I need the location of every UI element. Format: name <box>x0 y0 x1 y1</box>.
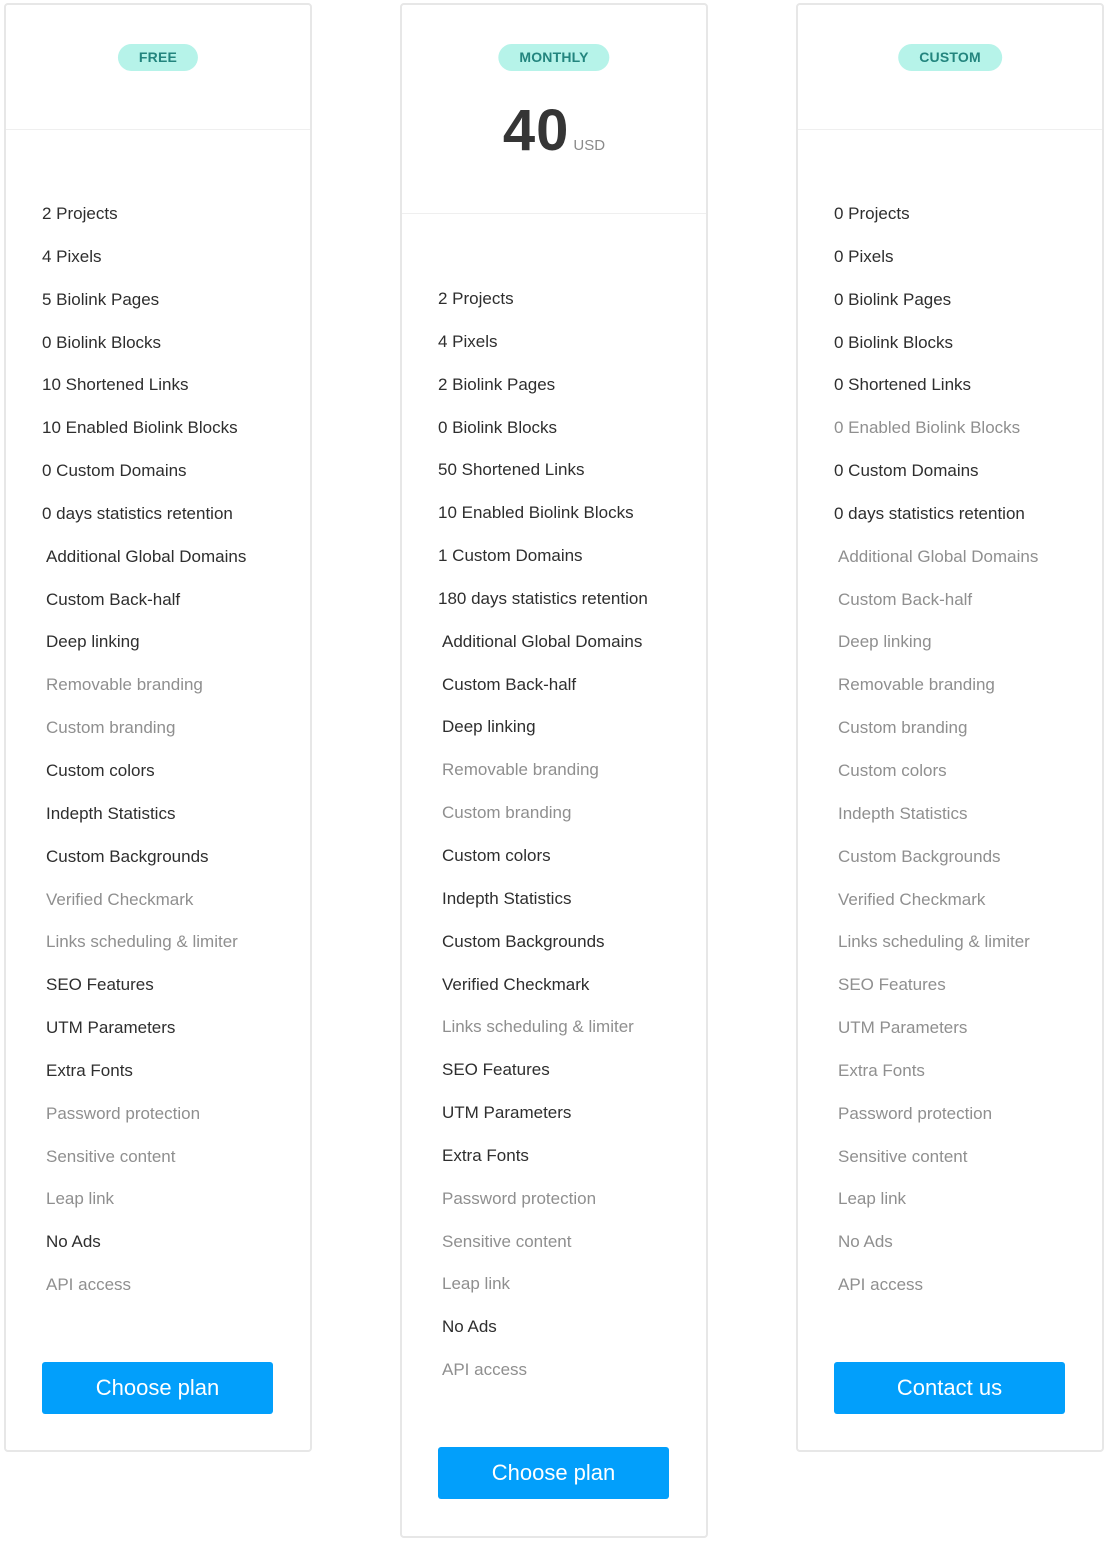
feature-item: Deep linking <box>442 717 536 737</box>
feature-item: Leap link <box>46 1189 115 1209</box>
feature-item: 0 Biolink Blocks <box>438 417 558 437</box>
feature-list: 0 Projects 0 Pixels 0 Biolink Pages 0 Bioli… <box>834 199 1092 1313</box>
feature-item: SEO Features <box>46 975 154 995</box>
feature-item: Additional Global Domains <box>442 631 643 651</box>
pricing-plans: FREE 2 Projects 4 Pixels 5 Biolink Pages 0 … <box>0 0 1108 1542</box>
feature-item: 0 Biolink Blocks <box>834 332 954 352</box>
feature-item: Indepth Statistics <box>838 803 968 823</box>
feature-item: Custom colors <box>46 760 155 780</box>
feature-item: Links scheduling & limiter <box>46 932 238 952</box>
feature-item: Custom Backgrounds <box>46 846 209 866</box>
feature-item: Custom branding <box>46 718 176 738</box>
feature-item: Extra Fonts <box>442 1145 529 1165</box>
feature-item: Extra Fonts <box>838 1060 925 1080</box>
feature-item: 10 Enabled Biolink Blocks <box>438 503 634 523</box>
feature-item: 2 Projects <box>42 204 118 223</box>
feature-item: 0 Biolink Pages <box>834 289 952 309</box>
feature-item: 0 Custom Domains <box>834 461 979 481</box>
feature-item: API access <box>838 1275 924 1295</box>
price-amount: 40 <box>502 98 570 163</box>
plan-header: CUSTOM <box>798 5 1102 130</box>
feature-item: Additional Global Domains <box>46 546 247 566</box>
plan-badge: CUSTOM <box>898 44 1002 71</box>
feature-item: Indepth Statistics <box>46 803 176 823</box>
feature-item: 1 Custom Domains <box>438 546 583 566</box>
feature-item: Leap link <box>442 1274 511 1294</box>
choose-plan-button[interactable]: Choose plan <box>438 1447 669 1499</box>
feature-item: Links scheduling & limiter <box>838 932 1030 952</box>
feature-item: 50 Shortened Links <box>438 460 585 480</box>
choose-plan-button[interactable]: Choose plan <box>42 1362 273 1414</box>
feature-list: 2 Projects 4 Pixels 2 Biolink Pages 0 Bioli… <box>438 284 696 1398</box>
feature-item: No Ads <box>838 1232 893 1252</box>
feature-item: 10 Shortened Links <box>42 375 189 395</box>
feature-item: Verified Checkmark <box>838 889 986 909</box>
feature-item: Removable branding <box>442 760 599 780</box>
feature-item: Password protection <box>838 1103 993 1123</box>
feature-item: Leap link <box>838 1189 907 1209</box>
feature-item: No Ads <box>442 1317 497 1337</box>
plan-badge: FREE <box>117 44 199 71</box>
contact-us-button[interactable]: Contact us <box>834 1362 1065 1414</box>
feature-item: UTM Parameters <box>46 1018 176 1038</box>
plan-card-custom: CUSTOM 0 Projects 0 Pixels 0 Biolink Pages… <box>796 3 1104 1452</box>
feature-item: 0 Pixels <box>834 246 894 266</box>
feature-item: 180 days statistics retention <box>438 588 648 608</box>
feature-item: 4 Pixels <box>438 331 498 351</box>
plan-price: 40 USD <box>402 100 706 162</box>
feature-item: SEO Features <box>838 975 946 995</box>
feature-item: Extra Fonts <box>46 1060 133 1080</box>
feature-item: Custom colors <box>838 760 947 780</box>
feature-item: 10 Enabled Biolink Blocks <box>42 418 238 438</box>
feature-item: Indepth Statistics <box>442 888 572 908</box>
feature-item: 2 Projects <box>438 289 514 308</box>
feature-item: UTM Parameters <box>838 1018 968 1038</box>
feature-item: 0 Shortened Links <box>834 375 972 395</box>
feature-item: Custom branding <box>838 718 968 738</box>
feature-item: 0 Enabled Biolink Blocks <box>834 418 1021 438</box>
feature-item: Custom branding <box>442 803 572 823</box>
plan-card-monthly: MONTHLY 40 USD 2 Projects 4 Pixels 2 Biolin… <box>400 3 708 1538</box>
feature-item: Custom Back-half <box>442 674 577 694</box>
feature-item: 0 Projects <box>834 204 910 223</box>
feature-item: 0 days statistics retention <box>834 503 1025 523</box>
feature-item: Custom Back-half <box>46 589 181 609</box>
feature-item: Custom colors <box>442 845 551 865</box>
plan-header: FREE <box>6 5 310 130</box>
feature-item: Verified Checkmark <box>46 889 194 909</box>
feature-item: Verified Checkmark <box>442 974 590 994</box>
feature-item: Links scheduling & limiter <box>442 1017 634 1037</box>
feature-item: 0 Biolink Blocks <box>42 332 162 352</box>
feature-item: No Ads <box>46 1232 101 1252</box>
feature-item: Additional Global Domains <box>838 546 1039 566</box>
feature-item: Deep linking <box>838 632 932 652</box>
plan-header: MONTHLY 40 USD <box>402 5 706 214</box>
feature-item: 0 days statistics retention <box>42 503 233 523</box>
feature-item: Custom Back-half <box>838 589 973 609</box>
feature-item: 0 Custom Domains <box>42 461 187 481</box>
feature-item: Removable branding <box>46 675 203 695</box>
feature-item: 5 Biolink Pages <box>42 289 160 309</box>
feature-item: Sensitive content <box>46 1146 176 1166</box>
feature-item: UTM Parameters <box>442 1103 572 1123</box>
feature-item: Removable branding <box>838 675 995 695</box>
feature-item: Custom Backgrounds <box>838 846 1001 866</box>
feature-item: Sensitive content <box>838 1146 968 1166</box>
feature-item: Sensitive content <box>442 1231 572 1251</box>
plan-card-free: FREE 2 Projects 4 Pixels 5 Biolink Pages 0 … <box>4 3 312 1452</box>
price-currency: USD <box>573 137 606 154</box>
feature-item: SEO Features <box>442 1060 550 1080</box>
feature-item: 2 Biolink Pages <box>438 374 556 394</box>
feature-item: API access <box>442 1360 528 1380</box>
feature-item: API access <box>46 1275 132 1295</box>
plan-badge: MONTHLY <box>498 44 610 71</box>
feature-item: Custom Backgrounds <box>442 931 605 951</box>
feature-item: 4 Pixels <box>42 246 102 266</box>
feature-item: Password protection <box>46 1103 201 1123</box>
feature-list: 2 Projects 4 Pixels 5 Biolink Pages 0 Bioli… <box>42 199 300 1313</box>
feature-item: Deep linking <box>46 632 140 652</box>
feature-item: Password protection <box>442 1188 597 1208</box>
